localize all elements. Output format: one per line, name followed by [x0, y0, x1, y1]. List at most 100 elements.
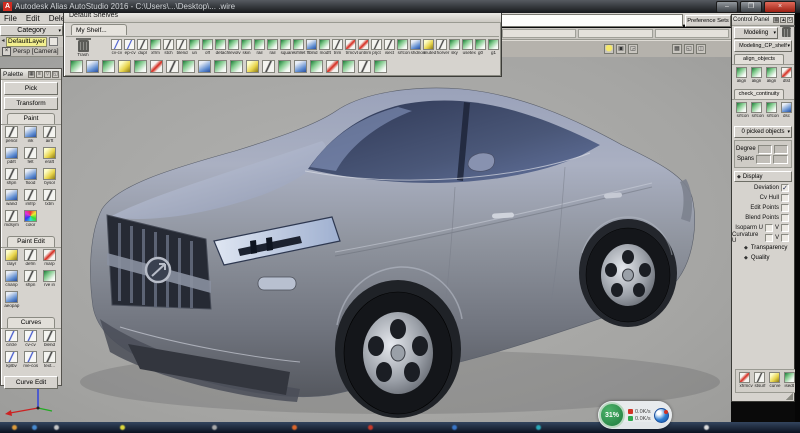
shelf-tool-row2-tool[interactable]: [310, 60, 323, 73]
palette-section-transform[interactable]: Transform: [4, 97, 58, 110]
shelf-tool-srfcon[interactable]: srfcon: [396, 39, 409, 57]
default-layer-chip[interactable]: DefaultLayer: [6, 37, 47, 47]
status-widget[interactable]: 31% 0.0K/s 0.0K/s: [598, 401, 672, 429]
car-model[interactable]: [0, 57, 731, 422]
palette-grid-icon[interactable]: ▦: [28, 71, 35, 78]
palette-tool-text[interactable]: text...: [40, 351, 59, 372]
checkbox-isoparm-u[interactable]: [765, 224, 773, 232]
checkbox-cv-hull[interactable]: [781, 194, 789, 202]
cp-tab-check-continuity[interactable]: check_continuity: [734, 89, 784, 99]
shelf-tool-srfillet[interactable]: srfillet: [292, 39, 305, 57]
palette-tool-ink[interactable]: ink: [21, 126, 40, 147]
shelf-tool-horver[interactable]: horver: [435, 39, 448, 57]
cp-bottom-tool-isedt[interactable]: isedt: [783, 372, 795, 390]
trash-tool[interactable]: Trash: [72, 40, 94, 59]
taskbar-icon[interactable]: [704, 425, 709, 430]
shelf-tool-detach[interactable]: detach: [214, 39, 227, 57]
window-layout-icon[interactable]: ◱: [684, 44, 694, 54]
palette-tool-clayr[interactable]: clayr: [2, 249, 21, 270]
shelf-tool-row2-tool[interactable]: [278, 60, 291, 73]
shelf-tool-square[interactable]: square: [279, 39, 292, 57]
viewport-menu-icon[interactable]: ×: [2, 47, 11, 56]
lightbulb-icon[interactable]: [604, 44, 614, 54]
category-dropdown[interactable]: Category ▾: [0, 25, 63, 36]
shelf-tool-isect[interactable]: isect: [383, 39, 396, 57]
shelf-tool-shdnon[interactable]: shdnon: [409, 39, 422, 57]
close-button[interactable]: ×: [764, 1, 796, 13]
panes-icon[interactable]: ◫: [696, 44, 706, 54]
maximize-button[interactable]: ❐: [740, 1, 762, 13]
promptline-input[interactable]: [500, 14, 683, 27]
shelf-tool-row2-tool[interactable]: [102, 60, 115, 73]
cp-tool-dsc[interactable]: dsc: [780, 102, 793, 120]
cp-tool-align[interactable]: align: [765, 67, 778, 85]
cp-section-quality[interactable]: ◆Quality: [732, 253, 794, 263]
shelf-tool-row2-tool[interactable]: [134, 60, 147, 73]
checkbox-isoparm-u-v[interactable]: [781, 224, 789, 232]
checkbox-curvature-u[interactable]: [765, 234, 773, 242]
taskbar-icon[interactable]: [212, 425, 217, 430]
palette-tab-curves[interactable]: Curves: [7, 317, 55, 328]
cp-shelf-dropdown[interactable]: Modeling_CP_shelf: [734, 40, 792, 52]
shelf-tool-row2-tool[interactable]: [150, 60, 163, 73]
palette-tool-pdift[interactable]: pdift: [2, 147, 21, 168]
shelf-tool-row2-tool[interactable]: [342, 60, 355, 73]
shelf-tool-sky[interactable]: sky: [448, 39, 461, 57]
layer-state-box[interactable]: [49, 37, 58, 46]
preference-sets-button[interactable]: Preference Sets: [685, 15, 731, 27]
zoom-window-icon[interactable]: ▣: [616, 44, 626, 54]
shelf-tool-untrim[interactable]: untrim: [357, 39, 370, 57]
shelf-tool-row2-tool[interactable]: [230, 60, 243, 73]
shelf-tool-row2-tool[interactable]: [198, 60, 211, 73]
palette-tool-rve-in[interactable]: rve in: [40, 270, 59, 291]
minimize-button[interactable]: –: [716, 1, 738, 13]
palette-tool-flood[interactable]: flood: [21, 168, 40, 189]
shelf-tool-un[interactable]: un: [188, 39, 201, 57]
cp-tool-srfcon[interactable]: srfcon: [765, 102, 778, 120]
shelf-tool-row2-tool[interactable]: [326, 60, 339, 73]
taskbar-icon[interactable]: [368, 425, 373, 430]
palette-tool-shpn[interactable]: shpn: [21, 270, 40, 291]
viewport-3d[interactable]: [0, 57, 731, 422]
shelf-tool-row2-tool[interactable]: [70, 60, 83, 73]
shelf-tool-row2-tool[interactable]: [246, 60, 259, 73]
modeling-dropdown[interactable]: Modeling: [734, 27, 778, 39]
cp-tool-align[interactable]: align: [750, 67, 763, 85]
shelf-tool-ep-cv[interactable]: ep-cv: [123, 39, 136, 57]
shelf-tool-usetex[interactable]: usetex: [461, 39, 474, 57]
palette-tool-wand[interactable]: wand: [2, 189, 21, 210]
cp-tool-dtst[interactable]: dtst: [780, 67, 793, 85]
resize-grip-icon[interactable]: [786, 393, 793, 400]
taskbar-icon[interactable]: [54, 425, 59, 430]
picked-objects-header[interactable]: 0 picked objects: [734, 126, 792, 138]
taskbar-icon[interactable]: [32, 425, 37, 430]
palette-tool-shpn[interactable]: shpn: [2, 168, 21, 189]
palette-tool-cv-cv[interactable]: cv-cv: [21, 330, 40, 351]
palette-close-icon[interactable]: ◱: [52, 71, 59, 78]
palette-collapse-icon[interactable]: ▽: [44, 71, 51, 78]
shelf-tool-muted[interactable]: muted: [422, 39, 435, 57]
shelf-tool-g0[interactable]: g0: [474, 39, 487, 57]
palette-list-icon[interactable]: ≡: [36, 71, 43, 78]
shelf-tool-row2-tool[interactable]: [86, 60, 99, 73]
shelf-tool-row2-tool[interactable]: [166, 60, 179, 73]
palette-tool-marp[interactable]: marp: [40, 249, 59, 270]
palette-tab-paint-edit[interactable]: Paint Edit: [7, 236, 55, 247]
palette-section-curve-edit[interactable]: Curve Edit: [4, 376, 58, 389]
cp-section-transparency[interactable]: ◆Transparency: [732, 243, 794, 253]
shelf-tool-revolv[interactable]: revolv: [227, 39, 240, 57]
shelf-tool-g1[interactable]: g1: [487, 39, 500, 57]
palette-tool-color[interactable]: color: [21, 210, 40, 231]
palette-tool-kplbv[interactable]: kplbv: [2, 351, 21, 372]
degree-input-1[interactable]: [758, 145, 772, 154]
shelf-tool-row2-tool[interactable]: [358, 60, 371, 73]
shelf-tool-prjct[interactable]: prjct: [370, 39, 383, 57]
palette-tool-pencil[interactable]: pencil: [2, 126, 21, 147]
cp-tool-align[interactable]: align: [735, 67, 748, 85]
shelf-tool-blend[interactable]: blend: [175, 39, 188, 57]
palette-tool-blend[interactable]: blend: [40, 330, 59, 351]
palette-titlebar[interactable]: Palette ▦≡▽◱: [1, 69, 61, 80]
shelf-tool-rail[interactable]: rail: [266, 39, 279, 57]
palette-tool-circle[interactable]: circle: [2, 330, 21, 351]
palette-tab-paint[interactable]: Paint: [7, 113, 55, 124]
